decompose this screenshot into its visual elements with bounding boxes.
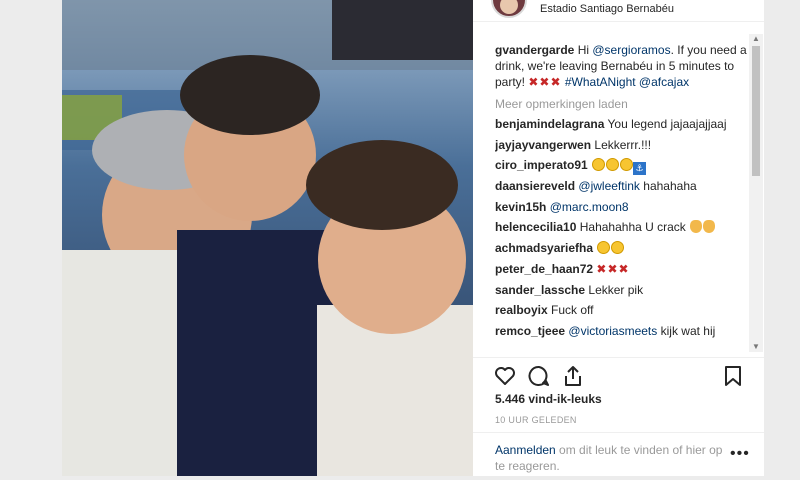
caption-mention[interactable]: @sergioramos bbox=[592, 43, 670, 57]
clapping-emoji-icon bbox=[703, 220, 716, 234]
post-caption: gvandergarde Hi @sergioramos. If you nee… bbox=[495, 42, 753, 90]
comment-list: gvandergarde Hi @sergioramos. If you nee… bbox=[495, 42, 753, 358]
comment-text: hahahaha bbox=[643, 179, 697, 194]
laughing-emoji-icon bbox=[592, 158, 606, 172]
post-sidebar: Estadio Santiago Bernabéu gvandergarde H… bbox=[473, 0, 764, 476]
cross-mark-emojis: ✖✖✖ bbox=[596, 261, 630, 276]
comment-text: Lekker pik bbox=[588, 282, 644, 297]
comment-row: jayjayvangerwen Lekkerrr.!!! bbox=[495, 137, 753, 158]
comment-username[interactable]: peter_de_haan72 bbox=[495, 262, 593, 276]
share-button[interactable] bbox=[561, 364, 585, 388]
comment-row: daansiereveld @jwleeftink hahahaha bbox=[495, 178, 753, 199]
comment-row: sander_lassche Lekker pik bbox=[495, 282, 753, 303]
post-photo[interactable] bbox=[62, 0, 473, 476]
location-link[interactable]: Estadio Santiago Bernabéu bbox=[540, 3, 674, 15]
comment-username[interactable]: remco_tjeee bbox=[495, 324, 565, 338]
comment-text: Lekkerrr.!!! bbox=[594, 137, 652, 152]
comment-mention[interactable]: @jwleeftink bbox=[578, 179, 640, 193]
comment-username[interactable]: benjamindelagrana bbox=[495, 117, 604, 131]
comment-row: kevin15h @marc.moon8 bbox=[495, 199, 753, 220]
caption-mention-2[interactable]: @afcajax bbox=[639, 75, 689, 89]
action-bar bbox=[473, 357, 764, 393]
comment-username[interactable]: realboyix bbox=[495, 303, 548, 317]
laughing-emoji-icon bbox=[597, 241, 611, 255]
post-header: Estadio Santiago Bernabéu bbox=[473, 0, 764, 22]
laughing-emoji-icon bbox=[620, 158, 634, 172]
comment-row: peter_de_haan72 ✖✖✖ bbox=[495, 261, 753, 282]
comment-row: remco_tjeee @victoriasmeets kijk wat hij bbox=[495, 323, 753, 344]
comment-username[interactable]: ciro_imperato91 bbox=[495, 158, 588, 172]
scroll-thumb[interactable] bbox=[752, 46, 760, 176]
comment-mention[interactable]: @marc.moon8 bbox=[550, 200, 629, 214]
load-more-comments[interactable]: Meer opmerkingen laden bbox=[495, 96, 753, 112]
heart-icon bbox=[495, 367, 515, 385]
comment-row: realboyix Fuck off bbox=[495, 302, 753, 323]
comment-text: Hahahahha U crack bbox=[579, 220, 686, 235]
login-prompt: Aanmelden om dit leuk te vinden of hier … bbox=[473, 432, 764, 476]
scroll-down-arrow-icon[interactable]: ▼ bbox=[751, 342, 761, 352]
login-link[interactable]: Aanmelden bbox=[495, 443, 556, 457]
caption-text: Hi bbox=[577, 43, 593, 57]
comment-scrollbar[interactable]: ▲ ▼ bbox=[749, 34, 763, 352]
comment-username[interactable]: achmadsyariefha bbox=[495, 241, 593, 255]
comment-username[interactable]: daansiereveld bbox=[495, 179, 575, 193]
comment-text: kijk wat hij bbox=[660, 323, 716, 338]
bookmark-icon bbox=[725, 366, 741, 386]
comment-row: helencecilia10 Hahahahha U crack bbox=[495, 219, 753, 240]
comment-icon bbox=[528, 365, 549, 386]
like-button[interactable] bbox=[493, 364, 517, 388]
comment-username[interactable]: kevin15h bbox=[495, 200, 546, 214]
comment-text: Fuck off bbox=[551, 303, 594, 318]
avatar[interactable] bbox=[491, 0, 527, 18]
comment-username[interactable]: helencecilia10 bbox=[495, 220, 576, 234]
comment-row: achmadsyariefha bbox=[495, 240, 753, 261]
more-options-icon[interactable]: ••• bbox=[730, 445, 750, 463]
cross-mark-emojis: ✖✖✖ bbox=[528, 75, 562, 89]
selfie-image bbox=[62, 0, 473, 476]
scroll-up-arrow-icon[interactable]: ▲ bbox=[751, 34, 761, 44]
comment-row: benjamindelagrana You legend jajaajajjaa… bbox=[495, 116, 753, 137]
hashtag-link[interactable]: #WhatANight bbox=[565, 75, 636, 89]
comment-button[interactable] bbox=[527, 364, 551, 388]
login-prompt-text: Aanmelden om dit leuk te vinden of hier … bbox=[495, 442, 725, 474]
laughing-emoji-icon bbox=[611, 241, 625, 255]
comment-username[interactable]: sander_lassche bbox=[495, 283, 585, 297]
laughing-emoji-icon bbox=[606, 158, 620, 172]
comment-username[interactable]: jayjayvangerwen bbox=[495, 138, 591, 152]
like-count[interactable]: 5.446 vind-ik-leuks bbox=[495, 392, 602, 406]
share-icon bbox=[565, 366, 581, 386]
comment-row: ciro_imperato91 ⚓ bbox=[495, 157, 753, 178]
comment-mention[interactable]: @victoriasmeets bbox=[568, 324, 657, 338]
post-timestamp[interactable]: 10 UUR GELEDEN bbox=[495, 415, 577, 425]
clapping-emoji-icon bbox=[690, 220, 703, 234]
comment-text: You legend jajaajajjaaj bbox=[607, 117, 727, 131]
avatar-face bbox=[500, 0, 518, 14]
save-button[interactable] bbox=[721, 364, 745, 388]
caption-username[interactable]: gvandergarde bbox=[495, 43, 574, 57]
anchor-emoji-icon: ⚓ bbox=[633, 162, 647, 176]
